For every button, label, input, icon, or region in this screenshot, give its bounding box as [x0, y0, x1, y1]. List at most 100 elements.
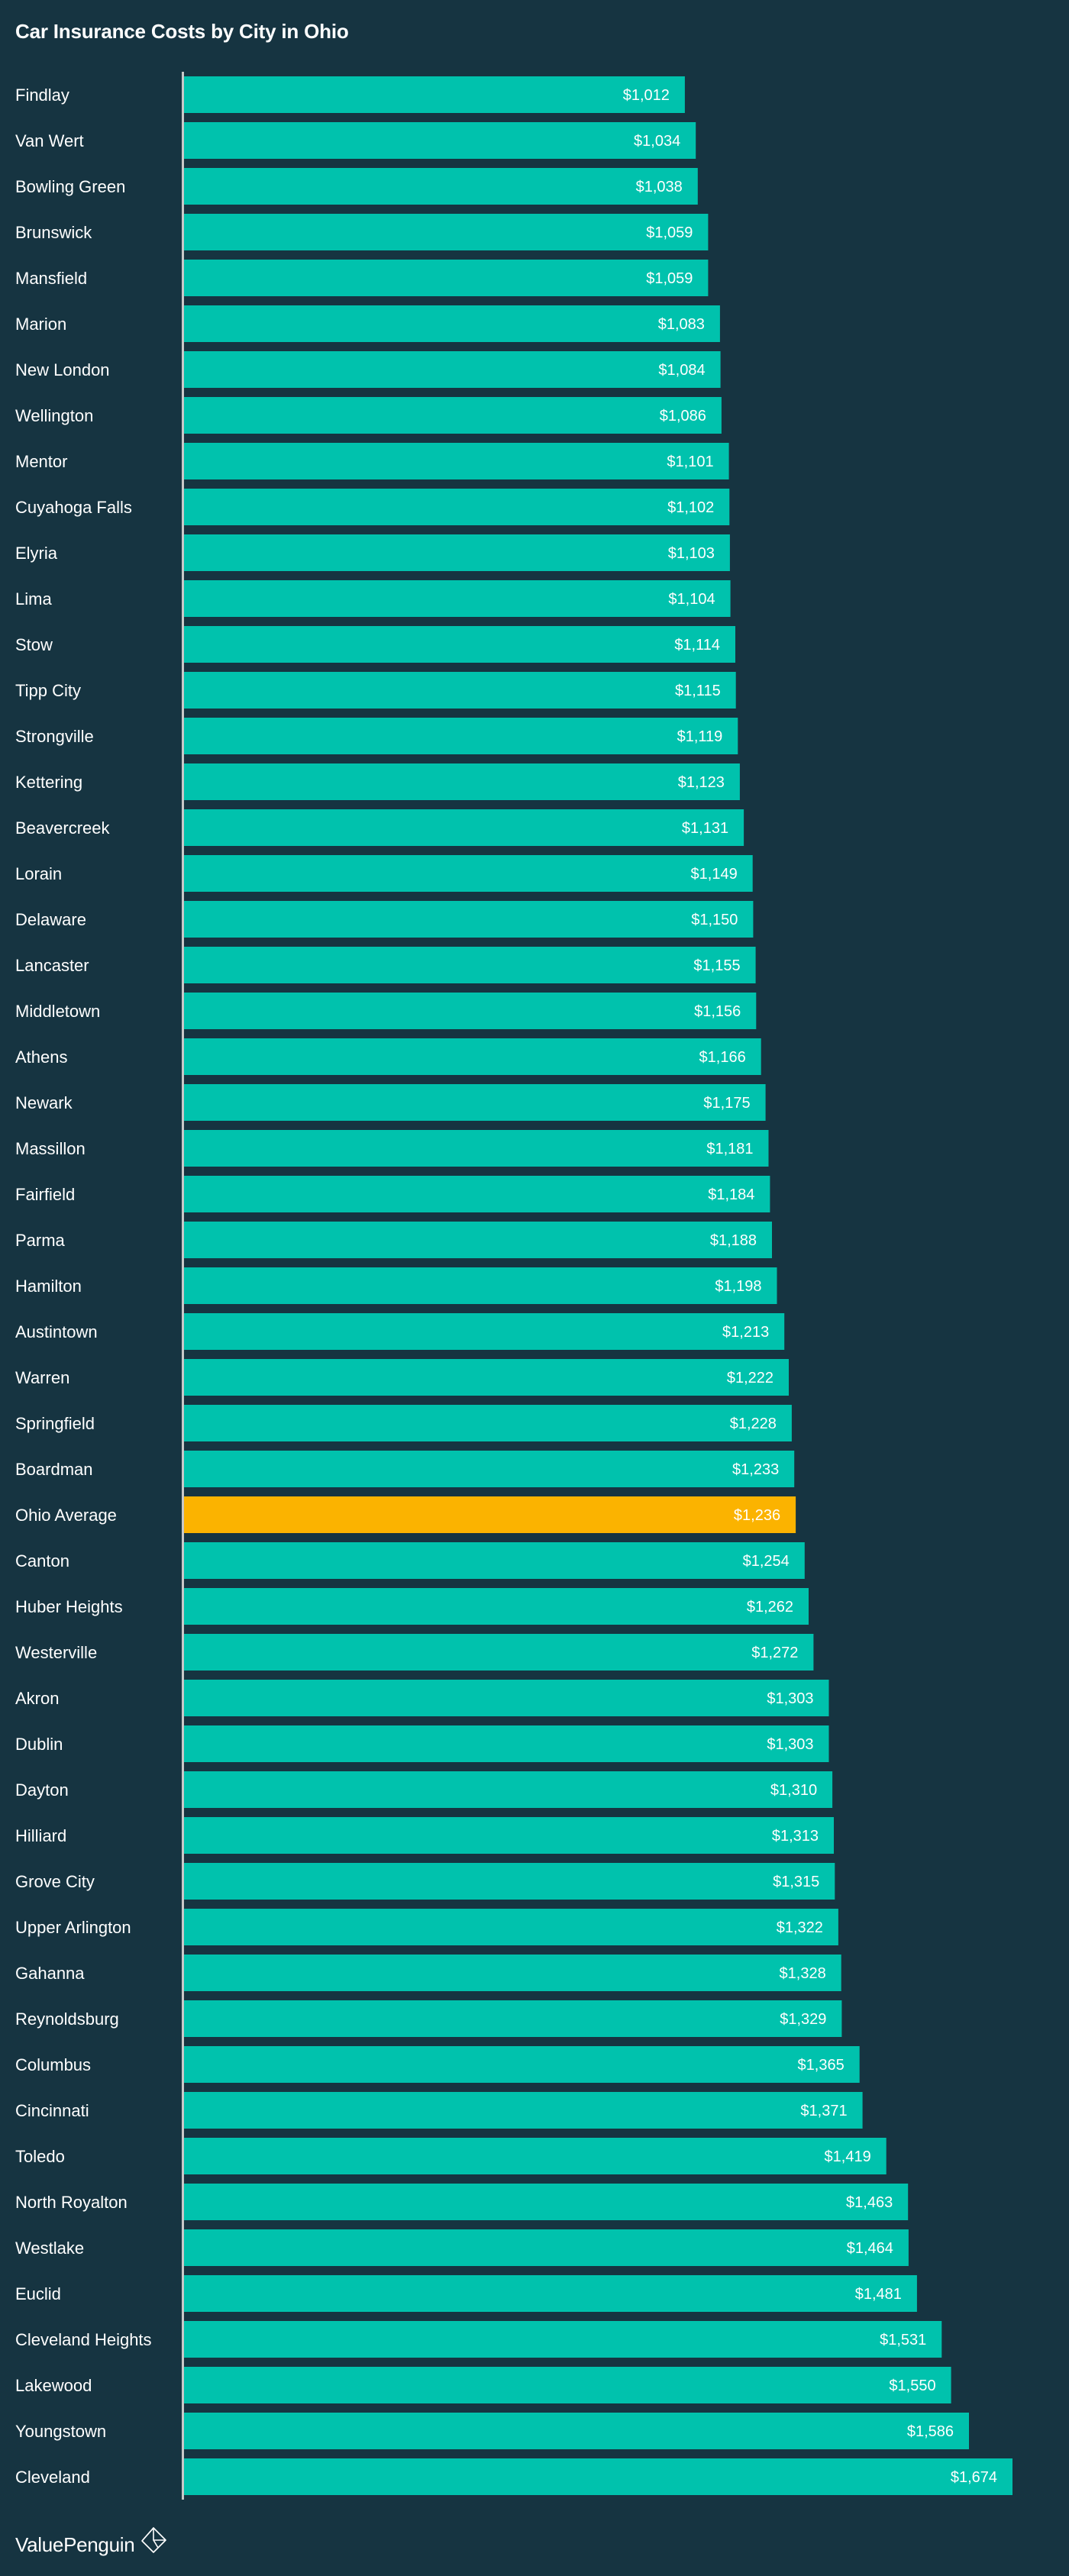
value-label: $1,084 [658, 362, 705, 379]
category-label: Mentor [15, 452, 67, 471]
bar [184, 214, 709, 250]
bar [184, 1313, 785, 1350]
value-label: $1,150 [691, 912, 738, 928]
bars-layer [184, 76, 1012, 2495]
category-label: Akron [15, 1689, 59, 1708]
value-label: $1,365 [798, 2057, 845, 2074]
category-label: Marion [15, 315, 66, 334]
value-label: $1,464 [847, 2240, 893, 2257]
y-axis-line [182, 72, 184, 2500]
bar [184, 2458, 1012, 2495]
value-label: $1,233 [732, 1461, 779, 1478]
value-label: $1,531 [880, 2332, 926, 2348]
value-label: $1,175 [703, 1095, 750, 1112]
value-label: $1,371 [800, 2103, 847, 2119]
bar [184, 1130, 769, 1167]
bar [184, 2229, 909, 2266]
bar [184, 993, 757, 1029]
value-label: $1,038 [636, 179, 683, 195]
bar [184, 2138, 887, 2174]
value-label: $1,329 [780, 2011, 826, 2028]
bar [184, 1863, 835, 1900]
bar [184, 351, 721, 388]
value-label: $1,123 [678, 774, 725, 791]
value-label: $1,184 [708, 1186, 754, 1203]
category-label: Middletown [15, 1002, 100, 1021]
category-label: Austintown [15, 1322, 98, 1341]
bar-ohio-average [184, 1496, 796, 1533]
value-label: $1,155 [693, 957, 740, 974]
bar-chart: Findlay Van Wert Bowling Green Brunswick Man… [15, 72, 1012, 2500]
bar [184, 1771, 833, 1808]
bar [184, 122, 696, 159]
value-label: $1,310 [770, 1782, 817, 1799]
category-label: Grove City [15, 1872, 95, 1891]
bar [184, 1588, 809, 1625]
category-label: Kettering [15, 773, 82, 792]
bar [184, 1955, 841, 1991]
category-label: Newark [15, 1093, 73, 1112]
category-label: Brunswick [15, 223, 92, 242]
category-label: Reynoldsburg [15, 2009, 119, 2029]
value-label: $1,166 [699, 1049, 746, 1066]
bar [184, 1542, 805, 1579]
bar [184, 2275, 917, 2312]
category-label: Dayton [15, 1780, 69, 1800]
bar [184, 1634, 814, 1671]
category-label: Parma [15, 1231, 66, 1250]
category-label: Massillon [15, 1139, 86, 1158]
category-label: North Royalton [15, 2193, 128, 2212]
bar [184, 2413, 969, 2449]
bar [184, 2000, 842, 2037]
bar [184, 260, 709, 296]
bar [184, 809, 744, 846]
value-label: $1,481 [855, 2286, 902, 2303]
value-label: $1,198 [715, 1278, 761, 1295]
value-label: $1,254 [743, 1553, 790, 1570]
bar [184, 2046, 860, 2083]
bar [184, 718, 738, 754]
bar [184, 76, 685, 113]
value-label: $1,222 [727, 1370, 773, 1386]
bar [184, 1084, 766, 1121]
value-label: $1,083 [658, 316, 705, 333]
bar [184, 1451, 795, 1487]
bar [184, 1725, 829, 1762]
valuepenguin-logo-icon [141, 2526, 167, 2553]
category-label: Cleveland [15, 2468, 90, 2487]
value-label: $1,012 [623, 87, 670, 104]
category-label: Findlay [15, 86, 69, 105]
value-label: $1,674 [951, 2469, 997, 2486]
category-label: Upper Arlington [15, 1918, 131, 1937]
category-label: Toledo [15, 2147, 65, 2166]
category-label: Lancaster [15, 956, 89, 975]
bar [184, 2184, 909, 2220]
bar [184, 1359, 789, 1396]
bar [184, 672, 736, 709]
value-label: $1,328 [780, 1965, 826, 1982]
category-label: Springfield [15, 1414, 95, 1433]
category-label: Youngstown [15, 2422, 106, 2441]
category-label: Warren [15, 1368, 69, 1387]
bar [184, 534, 730, 571]
category-label: Cincinnati [15, 2101, 89, 2120]
bar [184, 168, 698, 205]
category-label: Cleveland Heights [15, 2330, 152, 2349]
category-label: Cuyahoga Falls [15, 498, 132, 517]
bar [184, 2092, 863, 2129]
value-label: $1,213 [722, 1324, 769, 1341]
category-label: Strongville [15, 727, 94, 746]
bar [184, 1909, 838, 1945]
category-label: Beavercreek [15, 818, 111, 838]
category-label: Westlake [15, 2239, 84, 2258]
bar [184, 1405, 792, 1441]
value-label: $1,419 [825, 2148, 871, 2165]
value-label: $1,115 [675, 683, 721, 699]
category-labels: Findlay Van Wert Bowling Green Brunswick Man… [15, 86, 152, 2487]
value-label: $1,315 [773, 1874, 819, 1890]
bar [184, 1038, 761, 1075]
category-label: Hamilton [15, 1277, 82, 1296]
category-label: Euclid [15, 2284, 61, 2303]
bar [184, 2321, 942, 2358]
value-label: $1,303 [767, 1736, 813, 1753]
